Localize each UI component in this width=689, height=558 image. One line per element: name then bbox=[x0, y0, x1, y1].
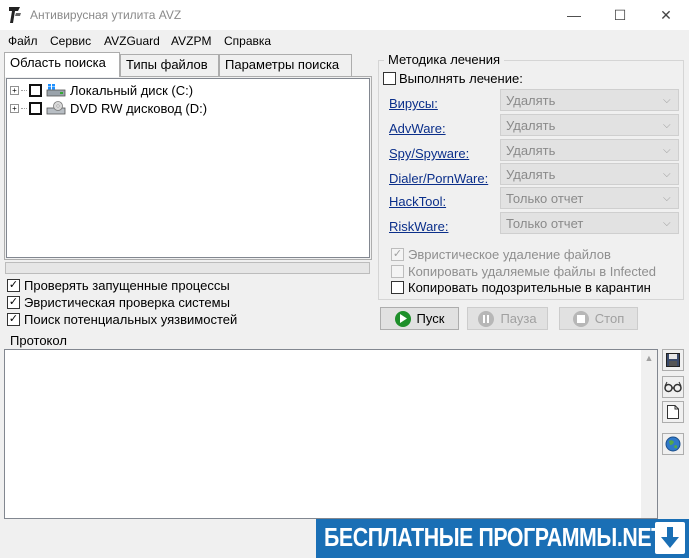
link-adware[interactable]: AdvWare: bbox=[389, 121, 446, 136]
tab-file-types[interactable]: Типы файлов bbox=[120, 54, 219, 76]
chevron-down-icon: ⌵ bbox=[663, 169, 671, 180]
scan-progress-bar bbox=[5, 262, 370, 274]
option-heuristic-delete[interactable]: ✓ Эвристическое удаление файлов bbox=[391, 247, 611, 262]
start-button[interactable]: Пуск bbox=[380, 307, 459, 330]
stop-button[interactable]: Стоп bbox=[559, 307, 638, 330]
option-heuristic-check[interactable]: ✓ Эвристическая проверка системы bbox=[7, 294, 230, 311]
menu-service[interactable]: Сервис bbox=[50, 34, 91, 48]
save-log-button[interactable] bbox=[662, 349, 684, 371]
menu-avzguard[interactable]: AVZGuard bbox=[104, 34, 160, 48]
maximize-button[interactable]: ☐ bbox=[597, 0, 643, 30]
link-hacktool[interactable]: HackTool: bbox=[389, 194, 446, 209]
chevron-down-icon: ⌵ bbox=[663, 120, 671, 131]
pause-icon bbox=[478, 310, 495, 327]
adware-action-select[interactable]: Удалять ⌵ bbox=[500, 114, 679, 136]
option-check-processes[interactable]: ✓ Проверять запущенные процессы bbox=[7, 277, 230, 294]
copy-quarantine-checkbox[interactable] bbox=[391, 281, 404, 294]
perform-treatment-option[interactable]: Выполнять лечение: bbox=[383, 71, 523, 86]
globe-icon bbox=[665, 436, 681, 452]
chevron-down-icon: ⌵ bbox=[663, 95, 671, 106]
tree-item-drive-d[interactable]: + DVD RW дисковод (D:) bbox=[10, 99, 207, 117]
tree-item-label: Локальный диск (C:) bbox=[70, 82, 194, 98]
globe-button[interactable] bbox=[662, 433, 684, 455]
check-processes-checkbox[interactable]: ✓ bbox=[7, 279, 20, 292]
blank-page-icon bbox=[667, 405, 679, 419]
clear-log-button[interactable] bbox=[662, 401, 684, 423]
link-dialer[interactable]: Dialer/PornWare: bbox=[389, 171, 488, 186]
close-button[interactable]: ✕ bbox=[643, 0, 689, 30]
stop-icon bbox=[572, 310, 589, 327]
menu-avzpm[interactable]: AVZPM bbox=[171, 34, 211, 48]
dvd-drive-icon bbox=[46, 101, 66, 115]
tab-search-area[interactable]: Область поиска bbox=[4, 52, 120, 77]
riskware-action-select[interactable]: Только отчет ⌵ bbox=[500, 212, 679, 234]
hard-drive-icon bbox=[46, 83, 66, 97]
option-vulnerability-search[interactable]: ✓ Поиск потенциальных уязвимостей bbox=[7, 311, 237, 328]
chevron-down-icon: ⌵ bbox=[663, 193, 671, 204]
expand-icon[interactable]: + bbox=[10, 103, 19, 113]
option-copy-quarantine[interactable]: Копировать подозрительные в карантин bbox=[391, 280, 651, 295]
link-viruses[interactable]: Вирусы: bbox=[389, 96, 438, 111]
floppy-disk-icon bbox=[666, 353, 680, 367]
menu-help[interactable]: Справка bbox=[224, 34, 271, 48]
tree-item-label: DVD RW дисковод (D:) bbox=[70, 100, 208, 116]
viruses-action-select[interactable]: Удалять ⌵ bbox=[500, 89, 679, 111]
heuristic-delete-checkbox[interactable]: ✓ bbox=[391, 248, 404, 261]
link-spyware[interactable]: Spy/Spyware: bbox=[389, 146, 469, 161]
tree-item-drive-c[interactable]: + Локальный диск (C:) bbox=[10, 81, 193, 99]
download-arrow-icon bbox=[655, 522, 685, 554]
link-riskware[interactable]: RiskWare: bbox=[389, 219, 448, 234]
drive-c-checkbox[interactable] bbox=[29, 83, 42, 97]
treatment-group-title: Методика лечения bbox=[384, 52, 505, 67]
avz-app-icon bbox=[6, 5, 24, 25]
copy-infected-checkbox[interactable] bbox=[391, 265, 404, 278]
chevron-down-icon: ⌵ bbox=[663, 145, 671, 156]
minimize-button[interactable]: — bbox=[551, 0, 597, 30]
pause-button[interactable]: Пауза bbox=[467, 307, 548, 330]
drive-d-checkbox[interactable] bbox=[29, 101, 42, 115]
option-copy-infected[interactable]: Копировать удаляемые файлы в Infected bbox=[391, 264, 656, 279]
log-scrollbar[interactable] bbox=[641, 350, 657, 518]
hacktool-action-select[interactable]: Только отчет ⌵ bbox=[500, 187, 679, 209]
scroll-up-icon[interactable]: ▲ bbox=[641, 350, 657, 366]
perform-treatment-checkbox[interactable] bbox=[383, 72, 396, 85]
spyware-action-select[interactable]: Удалять ⌵ bbox=[500, 139, 679, 161]
protocol-log[interactable] bbox=[4, 349, 658, 519]
watermark-text: БЕСПЛАТНЫЕ ПРОГРАММЫ.NET bbox=[324, 522, 664, 552]
expand-icon[interactable]: + bbox=[10, 85, 19, 95]
heuristic-check-checkbox[interactable]: ✓ bbox=[7, 296, 20, 309]
tab-search-params[interactable]: Параметры поиска bbox=[219, 54, 352, 76]
dialer-action-select[interactable]: Удалять ⌵ bbox=[500, 163, 679, 185]
view-log-button[interactable] bbox=[662, 376, 684, 398]
play-icon bbox=[394, 310, 411, 327]
vulnerability-search-checkbox[interactable]: ✓ bbox=[7, 313, 20, 326]
chevron-down-icon: ⌵ bbox=[663, 218, 671, 229]
menu-file[interactable]: Файл bbox=[8, 34, 38, 48]
glasses-icon bbox=[664, 381, 682, 393]
protocol-label: Протокол bbox=[10, 333, 67, 348]
window-title: Антивирусная утилита AVZ bbox=[30, 8, 182, 22]
